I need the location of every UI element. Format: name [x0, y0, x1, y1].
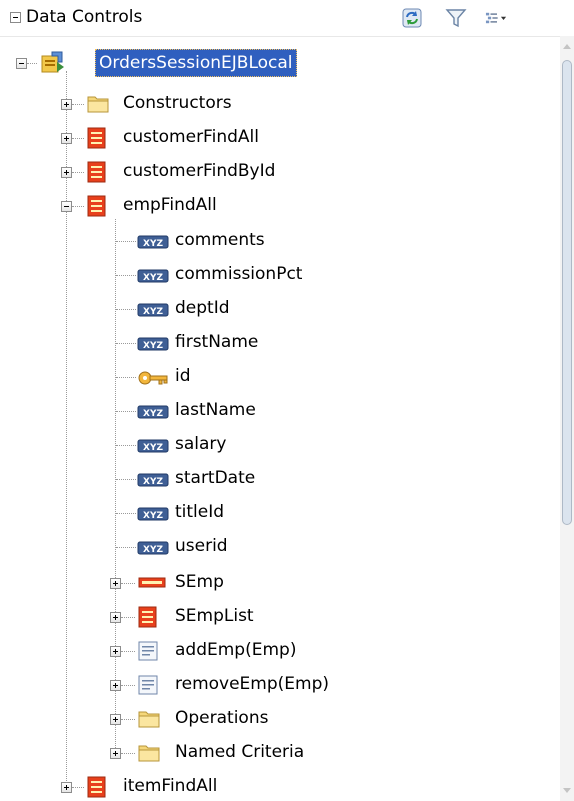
expand-toggle[interactable] — [61, 782, 72, 793]
scrollbar-thumb[interactable] — [562, 60, 572, 525]
method-icon — [138, 675, 158, 695]
scroll-down-arrow[interactable] — [563, 788, 571, 793]
attribute-icon: XYZ — [137, 439, 169, 453]
svg-text:XYZ: XYZ — [143, 545, 163, 555]
svg-text:XYZ: XYZ — [143, 341, 163, 351]
tree-node-label[interactable]: OrdersSessionEJBLocal — [95, 49, 297, 77]
tree-node-label[interactable]: userid — [175, 536, 228, 556]
panel-title: Data Controls — [26, 7, 143, 27]
tree-node-label[interactable]: deptId — [175, 298, 230, 318]
folder-icon — [138, 745, 160, 762]
tree-node-label[interactable]: addEmp(Emp) — [175, 640, 296, 660]
session-bean-icon — [41, 51, 64, 73]
collapse-toggle[interactable] — [61, 201, 72, 212]
refresh-icon[interactable] — [400, 6, 426, 30]
panel-collapse-button[interactable] — [10, 12, 21, 23]
tree-node-attribute[interactable]: XYZ userid — [0, 530, 560, 564]
attribute-icon: XYZ — [137, 303, 169, 317]
tree-node-label[interactable]: firstName — [175, 332, 258, 352]
method-icon — [138, 641, 158, 661]
expand-toggle[interactable] — [110, 646, 121, 657]
tree-node-label[interactable]: titleId — [175, 502, 224, 522]
tree-node-itemfindall[interactable]: itemFindAll — [0, 770, 560, 801]
collection-icon — [87, 127, 106, 149]
tree-node-label[interactable]: SEmp — [175, 572, 224, 592]
filter-icon[interactable] — [444, 6, 470, 30]
svg-text:XYZ: XYZ — [143, 409, 163, 419]
folder-icon — [87, 96, 109, 113]
tree-node-attribute[interactable]: XYZ startDate — [0, 462, 560, 496]
accessor-icon — [138, 577, 166, 588]
folder-icon — [138, 711, 160, 728]
tree-node-attribute[interactable]: XYZ salary — [0, 428, 560, 462]
tree-node-label[interactable]: comments — [175, 230, 265, 250]
attribute-icon: XYZ — [137, 405, 169, 419]
tree-node-operations[interactable]: Operations — [0, 702, 560, 736]
svg-text:XYZ: XYZ — [143, 273, 163, 283]
expand-toggle[interactable] — [110, 714, 121, 725]
attribute-icon: XYZ — [137, 507, 169, 521]
tree-node-attribute[interactable]: XYZ lastName — [0, 394, 560, 428]
expand-toggle[interactable] — [110, 578, 121, 589]
collection-icon — [138, 606, 157, 628]
tree-node-attribute[interactable]: XYZ commissionPct — [0, 258, 560, 292]
tree-node-label[interactable]: id — [175, 366, 191, 386]
tree-node-label[interactable]: lastName — [175, 400, 256, 420]
tree-node-label[interactable]: Named Criteria — [175, 742, 304, 762]
attribute-icon: XYZ — [137, 337, 169, 351]
tree-node-attribute[interactable]: XYZ comments — [0, 224, 560, 258]
tree-node-attribute[interactable]: XYZ firstName — [0, 326, 560, 360]
svg-text:XYZ: XYZ — [143, 307, 163, 317]
tree-node-semp[interactable]: SEmp — [0, 566, 560, 600]
tree-node-named-criteria[interactable]: Named Criteria — [0, 736, 560, 770]
expand-toggle[interactable] — [61, 133, 72, 144]
expand-toggle[interactable] — [61, 99, 72, 110]
vertical-scrollbar[interactable] — [560, 36, 574, 801]
expand-toggle[interactable] — [110, 748, 121, 759]
scroll-up-arrow[interactable] — [563, 44, 571, 49]
svg-text:XYZ: XYZ — [143, 477, 163, 487]
tree-node-attribute-key[interactable]: id — [0, 360, 560, 394]
tree-node-label[interactable]: customerFindById — [123, 161, 275, 181]
tree-node-label[interactable]: startDate — [175, 468, 255, 488]
expand-toggle[interactable] — [61, 167, 72, 178]
attribute-icon: XYZ — [137, 269, 169, 283]
tree-node-empfindall[interactable]: empFindAll — [0, 189, 560, 223]
collection-icon — [87, 161, 106, 183]
tree-node-label[interactable]: Operations — [175, 708, 268, 728]
tree-node-label[interactable]: removeEmp(Emp) — [175, 674, 329, 694]
tree-node-label[interactable]: customerFindAll — [123, 127, 259, 147]
tree-node-semplist[interactable]: SEmpList — [0, 600, 560, 634]
collapse-toggle[interactable] — [16, 58, 27, 69]
tree-node-customerfindall[interactable]: customerFindAll — [0, 121, 560, 155]
tree-node-label[interactable]: Constructors — [123, 93, 232, 113]
tree-node-attribute[interactable]: XYZ deptId — [0, 292, 560, 326]
data-controls-tree: OrdersSessionEJBLocal Constructors custo… — [0, 36, 560, 801]
tree-node-label[interactable]: SEmpList — [175, 606, 254, 626]
svg-text:XYZ: XYZ — [143, 511, 163, 521]
tree-node-customerfindbyid[interactable]: customerFindById — [0, 155, 560, 189]
attribute-icon: XYZ — [137, 473, 169, 487]
svg-text:XYZ: XYZ — [143, 443, 163, 453]
tree-node-label[interactable]: commissionPct — [175, 264, 302, 284]
svg-text:XYZ: XYZ — [143, 239, 163, 249]
tree-node-removeemp[interactable]: removeEmp(Emp) — [0, 668, 560, 702]
expand-toggle[interactable] — [110, 680, 121, 691]
tree-node-label[interactable]: itemFindAll — [123, 776, 217, 796]
view-options-icon[interactable] — [484, 6, 510, 30]
tree-node-addemp[interactable]: addEmp(Emp) — [0, 634, 560, 668]
attribute-icon: XYZ — [137, 541, 169, 555]
tree-node-constructors[interactable]: Constructors — [0, 87, 560, 121]
collection-icon — [87, 195, 106, 217]
key-icon — [138, 371, 168, 385]
expand-toggle[interactable] — [110, 612, 121, 623]
collection-icon — [87, 776, 106, 798]
tree-node-root[interactable]: OrdersSessionEJBLocal — [0, 46, 560, 80]
tree-node-attribute[interactable]: XYZ titleId — [0, 496, 560, 530]
attribute-icon: XYZ — [137, 235, 169, 249]
data-controls-header: Data Controls — [0, 0, 574, 37]
tree-node-label[interactable]: salary — [175, 434, 226, 454]
tree-node-label[interactable]: empFindAll — [123, 195, 217, 215]
